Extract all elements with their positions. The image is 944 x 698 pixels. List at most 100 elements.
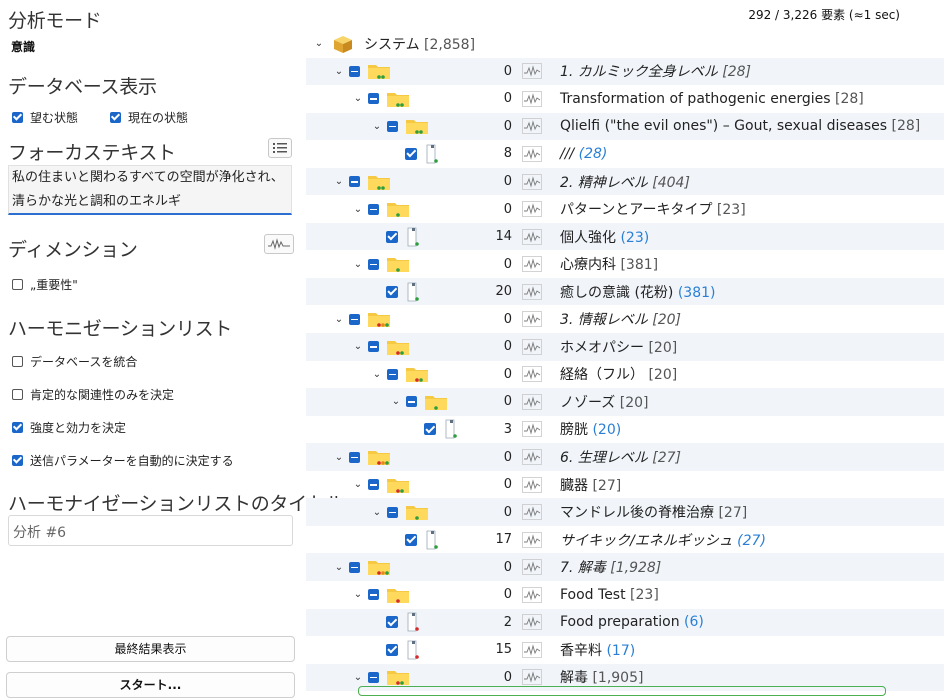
waveform-icon[interactable] xyxy=(522,311,542,328)
tree-row[interactable]: ⌄ 0 パターンとアーキタイプ [23] xyxy=(306,195,944,223)
tree-row[interactable]: ⌄ 0 Qlielfi ("the evil ones") – Gout, sexu… xyxy=(306,112,944,141)
waveform-icon[interactable] xyxy=(522,63,542,80)
list-view-button[interactable] xyxy=(268,138,292,158)
item-checkbox[interactable] xyxy=(386,643,398,656)
current-state-checkbox[interactable]: 現在の状態 xyxy=(110,109,188,126)
chevron-down-icon[interactable]: ⌄ xyxy=(372,121,382,132)
tree-row[interactable]: 8 /// (28) xyxy=(306,140,944,168)
waveform-icon[interactable] xyxy=(522,90,542,107)
tree-row[interactable]: ⌄ 0 2. 精神レベル [404] xyxy=(306,167,944,196)
dimension-wave-button[interactable] xyxy=(264,234,294,254)
waveform-icon[interactable] xyxy=(522,256,542,273)
partial-select-checkbox[interactable] xyxy=(406,396,417,408)
tree-row[interactable]: ⌄ 0 3. 情報レベル [20] xyxy=(306,306,944,334)
list-title-input[interactable]: 分析 #6 xyxy=(8,515,293,546)
start-button[interactable]: スタート... xyxy=(6,672,295,698)
chevron-down-icon[interactable]: ⌄ xyxy=(353,341,363,352)
tree-row[interactable]: ⌄ 0 1. カルミック全身レベル [28] xyxy=(306,57,944,86)
tree-row[interactable]: ⌄ 0 6. 生理レベル [27] xyxy=(306,443,944,471)
item-checkbox[interactable] xyxy=(405,147,417,160)
tree-row[interactable]: ⌄ 0 臓器 [27] xyxy=(306,471,944,499)
waveform-icon[interactable] xyxy=(522,283,542,300)
partial-select-checkbox[interactable] xyxy=(368,258,379,270)
partial-select-checkbox[interactable] xyxy=(368,671,379,683)
partial-select-checkbox[interactable] xyxy=(349,313,360,325)
desired-state-checkbox[interactable]: 望む状態 xyxy=(12,109,78,126)
chevron-down-icon[interactable]: ⌄ xyxy=(334,66,344,77)
waveform-icon[interactable] xyxy=(522,586,542,603)
waveform-icon[interactable] xyxy=(522,531,542,548)
partial-select-checkbox[interactable] xyxy=(349,561,360,573)
tree-row[interactable]: 14 個人強化 (23) xyxy=(306,222,944,251)
waveform-icon[interactable] xyxy=(522,449,542,465)
chevron-down-icon[interactable]: ⌄ xyxy=(334,452,344,463)
chevron-down-icon[interactable]: ⌄ xyxy=(334,314,344,325)
auto-params-checkbox[interactable]: 送信パラメーターを自動的に決定する xyxy=(12,452,234,469)
partial-select-checkbox[interactable] xyxy=(349,176,360,187)
tree-row[interactable]: 15 香辛料 (17) xyxy=(306,636,944,664)
focus-text-area[interactable]: 私の住まいと関わるすべての空間が浄化され、清らかな光と調和のエネルギ xyxy=(8,165,292,215)
partial-select-checkbox[interactable] xyxy=(387,506,398,518)
chevron-down-icon[interactable]: ⌄ xyxy=(372,507,382,518)
tree-row[interactable]: ⌄ 0 Transformation of pathogenic energies … xyxy=(306,85,944,113)
tree-row[interactable]: 17 サイキック/エネルギッシュ (27) xyxy=(306,526,944,554)
item-checkbox[interactable] xyxy=(386,230,398,243)
waveform-icon[interactable] xyxy=(522,393,542,410)
waveform-icon[interactable] xyxy=(522,559,542,576)
waveform-icon[interactable] xyxy=(522,146,542,162)
waveform-icon[interactable] xyxy=(522,228,542,245)
item-checkbox[interactable] xyxy=(405,533,417,546)
partial-select-checkbox[interactable] xyxy=(368,341,379,353)
waveform-icon[interactable] xyxy=(522,614,542,631)
merge-database-checkbox[interactable]: データベースを統合 xyxy=(12,353,137,370)
tree-row[interactable]: ⌄ 0 Food Test [23] xyxy=(306,581,944,609)
analysis-tree[interactable]: ⌄ システム [2,858] ⌄ 0 1. カルミック全身レベル [28] ⌄ 0 Tra… xyxy=(306,30,944,691)
partial-select-checkbox[interactable] xyxy=(368,93,379,105)
waveform-icon[interactable] xyxy=(522,338,542,355)
tree-row[interactable]: ⌄ 0 心療内科 [381] xyxy=(306,250,944,278)
partial-select-checkbox[interactable] xyxy=(368,203,379,215)
partial-select-checkbox[interactable] xyxy=(349,65,360,77)
waveform-icon[interactable] xyxy=(522,476,542,493)
importance-checkbox[interactable]: „重要性" xyxy=(12,276,78,293)
chevron-down-icon[interactable]: ⌄ xyxy=(353,479,363,490)
partial-select-checkbox[interactable] xyxy=(387,120,398,132)
chevron-down-icon[interactable]: ⌄ xyxy=(353,259,363,270)
chevron-down-icon[interactable]: ⌄ xyxy=(372,369,382,380)
tree-row[interactable]: ⌄ 0 7. 解毒 [1,928] xyxy=(306,553,944,581)
tree-row[interactable]: 2 Food preparation (6) xyxy=(306,608,944,637)
chevron-down-icon[interactable]: ⌄ xyxy=(353,204,363,215)
waveform-icon[interactable] xyxy=(522,118,542,135)
tree-row[interactable]: 20 癒しの意識 (花粉) (381) xyxy=(306,277,944,306)
tree-row[interactable]: ⌄ 0 ノゾーズ [20] xyxy=(306,388,944,416)
waveform-icon[interactable] xyxy=(522,641,542,658)
final-result-button[interactable]: 最終結果表示 xyxy=(6,636,295,662)
waveform-icon[interactable] xyxy=(522,201,542,217)
chevron-down-icon[interactable]: ⌄ xyxy=(391,396,401,407)
tree-row[interactable]: ⌄ 0 ホメオパシー [20] xyxy=(306,333,944,361)
item-checkbox[interactable] xyxy=(386,616,398,629)
partial-select-checkbox[interactable] xyxy=(368,589,379,601)
partial-select-checkbox[interactable] xyxy=(368,479,379,491)
chevron-down-icon[interactable]: ⌄ xyxy=(353,93,363,104)
item-checkbox[interactable] xyxy=(386,285,398,298)
waveform-icon[interactable] xyxy=(522,421,542,438)
tree-row[interactable]: ⌄ 0 マンドレル後の脊椎治療 [27] xyxy=(306,498,944,526)
chevron-down-icon[interactable]: ⌄ xyxy=(314,38,324,49)
tree-root-row[interactable]: ⌄ システム [2,858] xyxy=(306,30,944,58)
tree-row[interactable]: 3 膀胱 (20) xyxy=(306,416,944,444)
partial-select-checkbox[interactable] xyxy=(387,368,398,380)
chevron-down-icon[interactable]: ⌄ xyxy=(353,589,363,600)
chevron-down-icon[interactable]: ⌄ xyxy=(334,562,344,573)
tree-row[interactable]: ⌄ 0 経絡（フル） [20] xyxy=(306,361,944,389)
intensity-efficacy-checkbox[interactable]: 強度と効力を決定 xyxy=(12,419,126,436)
waveform-icon[interactable] xyxy=(522,669,542,686)
waveform-icon[interactable] xyxy=(522,173,542,190)
item-checkbox[interactable] xyxy=(424,423,436,436)
partial-select-checkbox[interactable] xyxy=(349,451,360,463)
positive-only-checkbox[interactable]: 肯定的な関連性のみを決定 xyxy=(12,386,174,403)
waveform-icon[interactable] xyxy=(522,366,542,383)
waveform-icon[interactable] xyxy=(522,504,542,520)
chevron-down-icon[interactable]: ⌄ xyxy=(334,176,344,187)
chevron-down-icon[interactable]: ⌄ xyxy=(353,672,363,683)
